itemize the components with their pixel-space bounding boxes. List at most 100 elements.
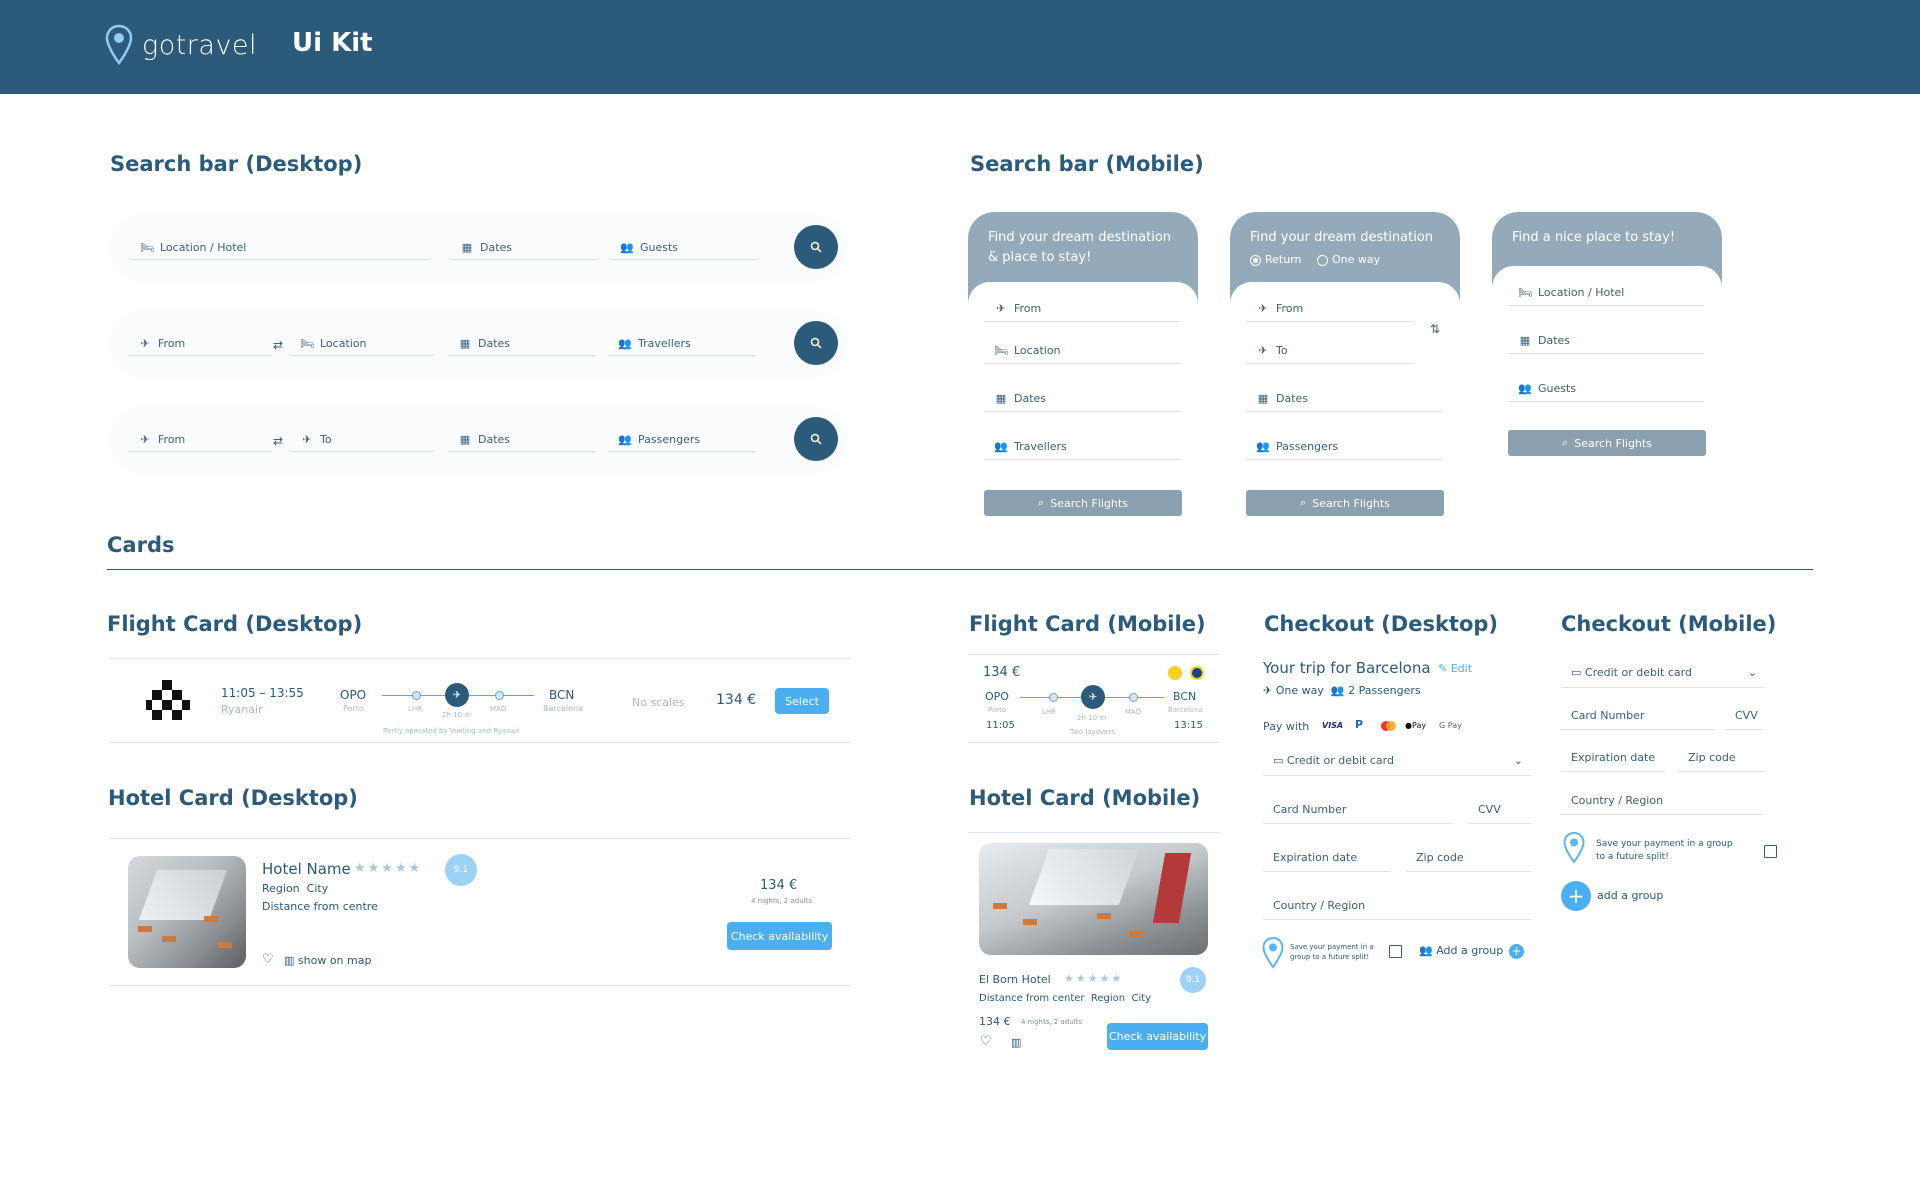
payment-method-select[interactable]: ▭ Credit or debit card ⌄ — [1263, 746, 1531, 776]
expiration-date-field[interactable]: Expiration date — [1561, 744, 1665, 772]
rating-badge: 9.1 — [1180, 967, 1206, 993]
return-radio[interactable] — [1250, 254, 1261, 266]
expiration-date-field[interactable]: Expiration date — [1263, 844, 1391, 872]
flight-duration: 2h 10 m — [442, 711, 472, 719]
distance-from-centre: Distance from centre — [262, 900, 378, 913]
airline-logo-icon — [1168, 666, 1182, 680]
to-field[interactable]: ✈ To — [290, 428, 434, 452]
from-field[interactable]: ✈ From — [128, 332, 272, 356]
mobile-search-body: ✈ From 🛏 Location ▦ Dates 👥 Travellers ⌕ Sear… — [968, 282, 1198, 530]
search-flights-button[interactable]: ⌕ Search Flights — [1508, 430, 1706, 456]
country-region-field[interactable]: Country / Region — [1561, 787, 1765, 815]
airline-logo-icon — [146, 680, 190, 720]
check-availability-button[interactable]: Check availability — [727, 922, 832, 950]
select-button[interactable]: Select — [775, 688, 829, 714]
plane-icon: ✈ — [1081, 685, 1105, 709]
add-icon[interactable]: + — [1509, 944, 1524, 959]
dates-field[interactable]: ▦ Dates — [448, 428, 596, 452]
travellers-field[interactable]: 👥 Travellers — [608, 332, 756, 356]
dates-field[interactable]: ▦ Dates — [1508, 328, 1704, 354]
dates-field[interactable]: ▦ Dates — [450, 236, 598, 260]
paypal-icon[interactable]: P — [1355, 718, 1363, 731]
zip-code-field[interactable]: Zip code — [1406, 844, 1531, 872]
location-pin-icon — [1563, 832, 1585, 864]
location-field[interactable]: 🛏 Location — [984, 338, 1180, 364]
mobile-search-flight: Find your dream destination Return One w… — [1230, 212, 1460, 530]
payment-method-select[interactable]: ▭ Credit or debit card ⌄ — [1561, 658, 1765, 688]
check-availability-button[interactable]: Check availability — [1107, 1023, 1208, 1050]
trip-title: Your trip for Barcelona — [1263, 659, 1431, 677]
cvv-field[interactable]: CVV — [1725, 702, 1765, 730]
search-icon — [810, 433, 822, 445]
from-city: Porto — [988, 706, 1007, 714]
pay-with-label: Pay with — [1263, 720, 1310, 733]
hotel-image[interactable] — [128, 856, 246, 968]
search-button[interactable] — [794, 417, 838, 461]
chevron-down-icon: ⌄ — [1513, 754, 1523, 767]
people-icon: 👥 — [618, 337, 632, 350]
apple-pay-icon[interactable]: ●Pay — [1405, 721, 1426, 730]
airline-name: Ryanair — [221, 703, 263, 716]
to-code: BCN — [1173, 690, 1197, 703]
card-number-field[interactable]: Card Number — [1561, 702, 1715, 730]
swap-vertical-icon[interactable]: ⇅ — [1430, 322, 1440, 336]
cvv-field[interactable]: CVV — [1468, 796, 1531, 824]
oneway-radio[interactable] — [1317, 254, 1329, 266]
people-icon: 👥 — [618, 433, 632, 446]
dates-field[interactable]: ▦ Dates — [1246, 386, 1442, 412]
card-number-field[interactable]: Card Number — [1263, 796, 1453, 824]
dates-field[interactable]: ▦ Dates — [448, 332, 596, 356]
to-field[interactable]: ✈ To — [1246, 338, 1414, 364]
search-button[interactable] — [794, 321, 838, 365]
hotel-name[interactable]: Hotel Name — [262, 860, 351, 878]
bed-icon: 🛏 — [994, 344, 1008, 357]
mobile-search-body: ✈ From ⇅ ✈ To ▦ Dates 👥 Passengers ⌕ Search F… — [1230, 282, 1460, 530]
divider — [110, 742, 850, 743]
scales-info: No scales — [632, 696, 685, 709]
search-button[interactable] — [794, 225, 838, 269]
map-icon[interactable]: ▥ — [1011, 1036, 1021, 1049]
edit-link[interactable]: ✎ Edit — [1438, 662, 1472, 675]
calendar-icon: ▦ — [459, 433, 471, 446]
brand-logo[interactable]: gotravel — [104, 24, 257, 66]
mastercard-icon[interactable] — [1381, 721, 1396, 731]
passengers-field[interactable]: 👥 Passengers — [1246, 434, 1442, 460]
calendar-icon: ▦ — [1257, 392, 1269, 405]
dates-field[interactable]: ▦ Dates — [984, 386, 1180, 412]
favorite-heart-icon[interactable]: ♡ — [262, 952, 274, 967]
travellers-field[interactable]: 👥 Travellers — [984, 434, 1180, 460]
location-hotel-field[interactable]: 🛏 Location / Hotel — [130, 236, 430, 260]
hotel-name[interactable]: El Born Hotel — [979, 973, 1051, 986]
guests-field[interactable]: 👥 Guests — [1508, 376, 1704, 402]
search-flights-button[interactable]: ⌕ Search Flights — [984, 490, 1182, 516]
from-field[interactable]: ✈ From — [1246, 296, 1414, 322]
save-payment-checkbox[interactable] — [1764, 845, 1777, 858]
add-group-link[interactable]: 👥 Add a group — [1419, 944, 1503, 957]
hotel-image[interactable] — [979, 843, 1208, 955]
search-icon: ⌕ — [1300, 496, 1307, 509]
passengers-field[interactable]: 👥 Passengers — [608, 428, 756, 452]
show-on-map-link[interactable]: ▥ show on map — [284, 954, 371, 967]
swap-icon[interactable]: ⇄ — [273, 434, 283, 448]
stop-dot — [1129, 693, 1138, 702]
zip-code-field[interactable]: Zip code — [1678, 744, 1765, 772]
country-region-field[interactable]: Country / Region — [1263, 892, 1531, 920]
location-hotel-field[interactable]: 🛏 Location / Hotel — [1508, 280, 1704, 306]
divider — [968, 832, 1220, 833]
visa-icon[interactable]: VISA — [1322, 721, 1343, 730]
save-payment-checkbox[interactable] — [1389, 945, 1402, 958]
add-group-link[interactable]: add a group — [1597, 889, 1663, 902]
favorite-heart-icon[interactable]: ♡ — [980, 1034, 992, 1049]
google-pay-icon[interactable]: G Pay — [1439, 721, 1462, 730]
search-bar-flight-hotel: ✈ From ⇄ 🛏 Location ▦ Dates 👥 Travellers — [110, 310, 846, 378]
search-icon: ⌕ — [1562, 436, 1569, 449]
add-icon[interactable]: + — [1561, 881, 1591, 911]
calendar-icon: ▦ — [459, 337, 471, 350]
guests-field[interactable]: 👥 Guests — [610, 236, 758, 260]
divider — [110, 985, 850, 986]
swap-icon[interactable]: ⇄ — [273, 338, 283, 352]
search-flights-button[interactable]: ⌕ Search Flights — [1246, 490, 1444, 516]
from-field[interactable]: ✈ From — [128, 428, 272, 452]
location-field[interactable]: 🛏 Location — [290, 332, 434, 356]
from-field[interactable]: ✈ From — [984, 296, 1180, 322]
